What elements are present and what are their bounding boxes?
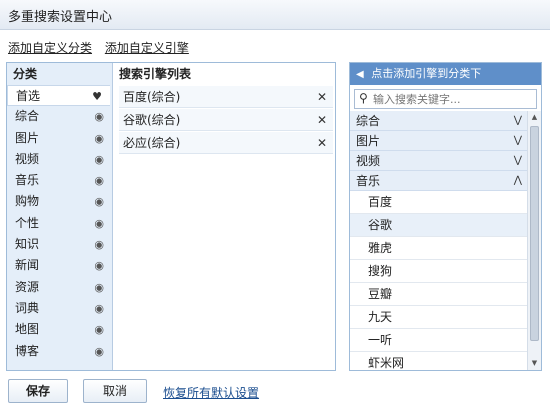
category-label: 图片: [15, 130, 40, 145]
engine-picker-panel: ◀ 点击添加引擎到分类下 ⚲ 综合 ⋁ 图片 ⋁ 视频 ⋁ 音乐 ⋀ 百度 谷歌…: [349, 62, 542, 371]
arrow-left-icon: ◀: [356, 69, 364, 80]
eye-icon[interactable]: ◉: [94, 170, 104, 191]
category-label: 首选: [16, 89, 41, 103]
engine-label: 谷歌(综合): [123, 113, 181, 127]
category-item-images[interactable]: 图片 ◉: [7, 128, 112, 149]
category-item-shopping[interactable]: 购物 ◉: [7, 191, 112, 212]
engine-label: 必应(综合): [123, 136, 181, 150]
category-engine-panel: 分类 首选 ♥ 综合 ◉ 图片 ◉ 视频 ◉ 音乐 ◉ 购物 ◉ 个性 ◉ 知识…: [6, 62, 336, 371]
group-row-music[interactable]: 音乐 ⋀: [350, 171, 528, 191]
top-links: 添加自定义分类 添加自定义引擎: [8, 39, 198, 56]
window-title: 多重搜索设置中心: [8, 10, 113, 25]
engine-search-input[interactable]: [373, 92, 533, 107]
chevron-up-icon[interactable]: ⋀: [514, 171, 522, 191]
engine-list-column: 搜索引擎列表 百度(综合) ✕ 谷歌(综合) ✕ 必应(综合) ✕: [113, 63, 335, 370]
engine-label: 百度(综合): [123, 90, 181, 104]
eye-icon[interactable]: ◉: [94, 149, 104, 170]
eye-icon[interactable]: ◉: [94, 255, 104, 276]
engine-option[interactable]: 豆瓣: [350, 283, 528, 306]
category-label: 资源: [15, 279, 40, 294]
remove-icon[interactable]: ✕: [317, 86, 327, 108]
category-item-resources[interactable]: 资源 ◉: [7, 277, 112, 298]
category-label: 新闻: [15, 258, 40, 273]
group-label: 图片: [356, 134, 381, 148]
engine-row[interactable]: 谷歌(综合) ✕: [119, 109, 333, 131]
scroll-down-icon[interactable]: ▼: [528, 357, 541, 370]
category-label: 知识: [15, 237, 40, 252]
scroll-thumb[interactable]: [530, 126, 539, 341]
category-label: 博客: [15, 343, 40, 358]
chevron-down-icon[interactable]: ⋁: [514, 151, 522, 171]
category-item-general[interactable]: 综合 ◉: [7, 106, 112, 127]
group-label: 视频: [356, 154, 381, 168]
engine-picker-title: 点击添加引擎到分类下: [371, 67, 482, 80]
category-label: 地图: [15, 322, 40, 337]
category-label: 视频: [15, 151, 40, 166]
engine-option[interactable]: 九天: [350, 306, 528, 329]
chevron-down-icon[interactable]: ⋁: [514, 131, 522, 151]
eye-icon[interactable]: ◉: [94, 277, 104, 298]
remove-icon[interactable]: ✕: [317, 132, 327, 154]
category-column: 分类 首选 ♥ 综合 ◉ 图片 ◉ 视频 ◉ 音乐 ◉ 购物 ◉ 个性 ◉ 知识…: [7, 63, 113, 370]
category-item-video[interactable]: 视频 ◉: [7, 149, 112, 170]
category-header: 分类: [13, 67, 38, 81]
eye-icon[interactable]: ◉: [94, 106, 104, 127]
group-row-images[interactable]: 图片 ⋁: [350, 131, 528, 151]
eye-icon[interactable]: ◉: [94, 213, 104, 234]
engine-list-header: 搜索引擎列表: [119, 67, 192, 81]
category-item-music[interactable]: 音乐 ◉: [7, 170, 112, 191]
engine-option[interactable]: 搜狗: [350, 260, 528, 283]
restore-defaults-link[interactable]: 恢复所有默认设置: [163, 384, 259, 401]
engine-option[interactable]: 一听: [350, 329, 528, 352]
save-button[interactable]: 保存: [8, 379, 68, 403]
category-item-personal[interactable]: 个性 ◉: [7, 213, 112, 234]
eye-icon[interactable]: ◉: [94, 298, 104, 319]
category-label: 音乐: [15, 173, 40, 188]
scroll-up-icon[interactable]: ▲: [528, 111, 541, 124]
category-item-dictionary[interactable]: 词典 ◉: [7, 298, 112, 319]
category-label: 个性: [15, 215, 40, 230]
eye-icon[interactable]: ◉: [94, 191, 104, 212]
eye-icon[interactable]: ◉: [94, 319, 104, 340]
eye-icon[interactable]: ◉: [94, 128, 104, 149]
add-category-link[interactable]: 添加自定义分类: [8, 41, 92, 55]
category-label: 综合: [15, 109, 40, 124]
engine-row[interactable]: 百度(综合) ✕: [119, 86, 333, 108]
engine-list-scrollbar[interactable]: ▲ ▼: [527, 111, 541, 370]
category-item-preferred[interactable]: 首选 ♥: [7, 85, 110, 107]
title-bar: 多重搜索设置中心: [0, 0, 550, 30]
group-row-general[interactable]: 综合 ⋁: [350, 111, 528, 131]
group-label: 音乐: [356, 174, 381, 188]
engine-row[interactable]: 必应(综合) ✕: [119, 132, 333, 154]
category-item-news[interactable]: 新闻 ◉: [7, 255, 112, 276]
cancel-button[interactable]: 取消: [83, 379, 147, 403]
engine-option[interactable]: 雅虎: [350, 237, 528, 260]
category-label: 购物: [15, 194, 40, 209]
search-icon: ⚲: [359, 91, 368, 105]
engine-picker-list: 综合 ⋁ 图片 ⋁ 视频 ⋁ 音乐 ⋀ 百度 谷歌 雅虎 搜狗 豆瓣 九天 一听…: [350, 111, 528, 370]
category-item-blog[interactable]: 博客 ◉: [7, 341, 112, 362]
engine-picker-header[interactable]: ◀ 点击添加引擎到分类下: [350, 63, 541, 85]
add-engine-link[interactable]: 添加自定义引擎: [105, 41, 189, 55]
category-item-knowledge[interactable]: 知识 ◉: [7, 234, 112, 255]
category-label: 词典: [15, 300, 40, 315]
chevron-down-icon[interactable]: ⋁: [514, 111, 522, 131]
category-item-map[interactable]: 地图 ◉: [7, 319, 112, 340]
engine-option[interactable]: 虾米网: [350, 352, 528, 370]
group-row-video[interactable]: 视频 ⋁: [350, 151, 528, 171]
eye-icon[interactable]: ◉: [94, 234, 104, 255]
engine-option[interactable]: 百度: [350, 191, 528, 214]
remove-icon[interactable]: ✕: [317, 109, 327, 131]
group-label: 综合: [356, 114, 381, 128]
eye-icon[interactable]: ◉: [94, 341, 104, 362]
engine-option[interactable]: 谷歌: [350, 214, 528, 237]
engine-search-box: ⚲: [354, 89, 537, 109]
heart-icon[interactable]: ♥: [92, 86, 102, 107]
